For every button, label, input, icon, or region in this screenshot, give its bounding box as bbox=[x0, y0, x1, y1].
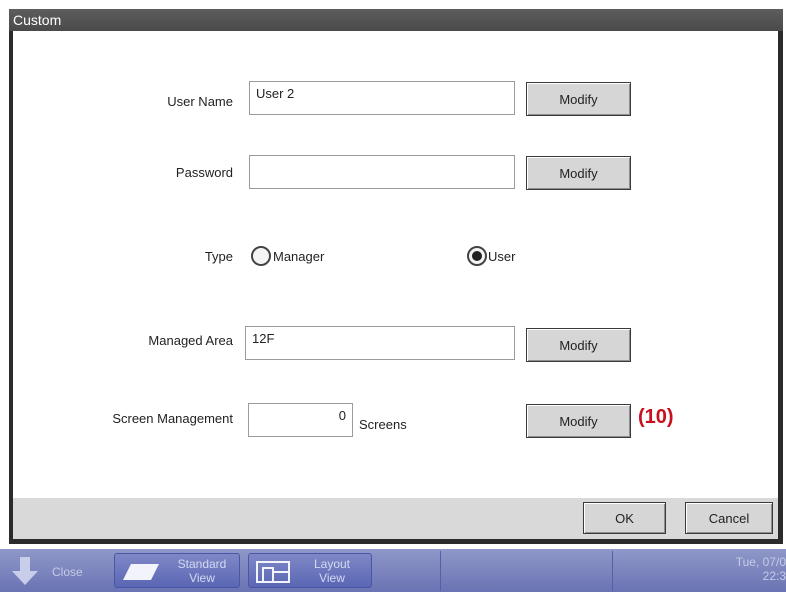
cancel-button[interactable]: Cancel bbox=[685, 502, 773, 534]
dialog-content: User Name User 2 Modify Password Modify … bbox=[13, 31, 778, 498]
screen-management-label: Screen Management bbox=[112, 411, 233, 426]
time-label: 22:3 bbox=[762, 569, 786, 583]
layout-view-label-line1: Layout bbox=[313, 557, 351, 571]
manager-radio[interactable] bbox=[251, 246, 271, 266]
taskbar-separator bbox=[612, 551, 613, 591]
password-label: Password bbox=[175, 165, 233, 180]
screen-management-modify-button[interactable]: Modify bbox=[526, 404, 631, 438]
dialog-title: Custom bbox=[9, 9, 783, 31]
dialog-footer: OK Cancel bbox=[13, 498, 778, 539]
screens-unit-label: Screens bbox=[359, 417, 407, 432]
user-name-modify-button[interactable]: Modify bbox=[526, 82, 631, 116]
password-modify-button[interactable]: Modify bbox=[526, 156, 631, 190]
type-label: Type bbox=[204, 249, 233, 264]
standard-view-label-line1: Standard bbox=[177, 557, 227, 571]
layout-view-label-line2: View bbox=[319, 571, 345, 585]
manager-option-label: Manager bbox=[273, 249, 325, 264]
user-option-label: User bbox=[488, 249, 516, 264]
ok-button[interactable]: OK bbox=[583, 502, 666, 534]
date-label: Tue, 07/0 bbox=[735, 555, 786, 569]
arrow-down-icon bbox=[12, 557, 38, 585]
taskbar-separator bbox=[440, 551, 441, 591]
annotation-callout: (10) bbox=[638, 406, 674, 428]
user-name-field[interactable]: User 2 bbox=[249, 81, 515, 115]
user-name-label: User Name bbox=[167, 94, 233, 109]
screen-count-field[interactable]: 0 bbox=[248, 403, 353, 437]
user-radio[interactable] bbox=[467, 246, 487, 266]
standard-view-label-line2: View bbox=[189, 571, 215, 585]
custom-dialog: Custom User Name User 2 Modify Password … bbox=[9, 9, 783, 544]
standard-view-icon bbox=[123, 564, 159, 580]
managed-area-field[interactable]: 12F bbox=[245, 326, 515, 360]
standard-view-button[interactable]: Standard View bbox=[114, 553, 240, 588]
password-field[interactable] bbox=[249, 155, 515, 189]
close-button[interactable]: Close bbox=[52, 565, 83, 579]
layout-view-button[interactable]: Layout View bbox=[248, 553, 372, 588]
managed-area-modify-button[interactable]: Modify bbox=[526, 328, 631, 362]
managed-area-label: Managed Area bbox=[148, 333, 233, 348]
taskbar: Close Standard View Layout View Tue, 07/… bbox=[0, 549, 786, 592]
layout-view-icon bbox=[256, 561, 290, 583]
